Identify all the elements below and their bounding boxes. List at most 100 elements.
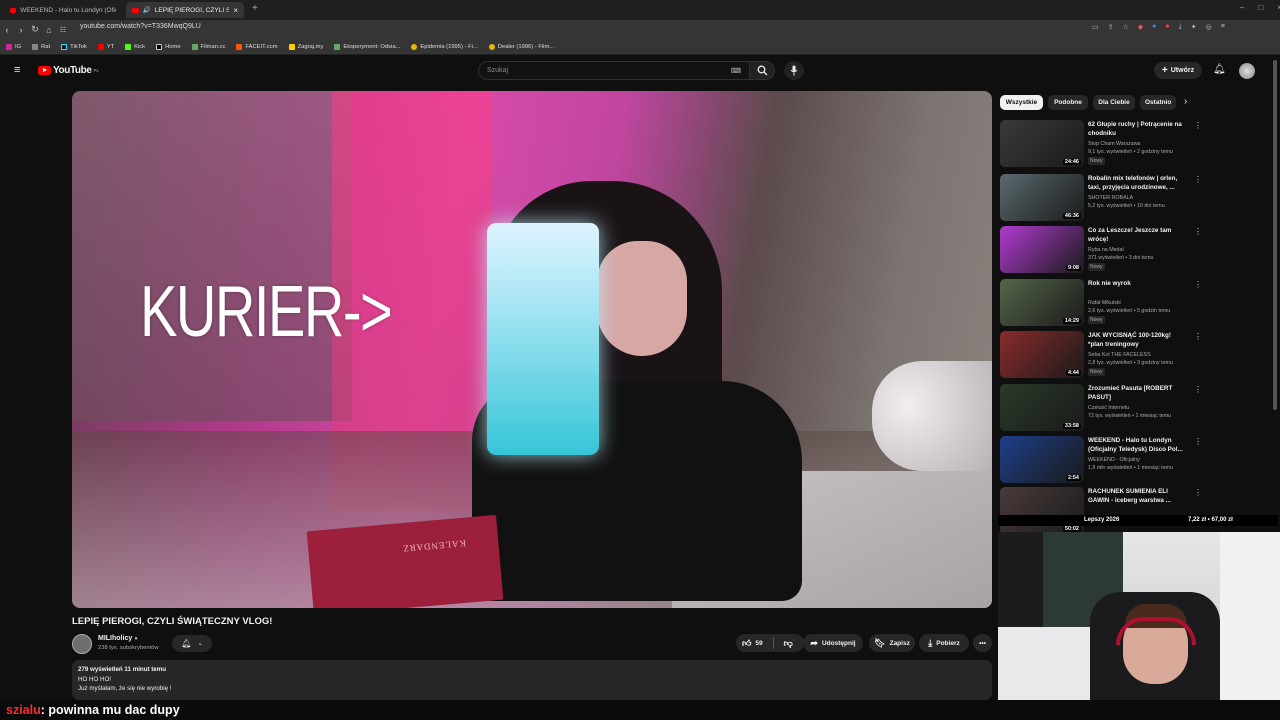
- tab-close-icon[interactable]: ×: [233, 6, 238, 15]
- youtube-favicon-icon: [10, 7, 17, 13]
- video-thumbnail[interactable]: 33:58: [1000, 384, 1084, 431]
- minimize-icon[interactable]: –: [1240, 3, 1244, 12]
- more-vertical-icon[interactable]: ⋮: [1194, 122, 1202, 130]
- recommended-video[interactable]: 24:46 62 Głupie ruchy | Potrącenie na cho…: [1000, 120, 1202, 168]
- bookmark-filman[interactable]: Filman.cc: [191, 43, 225, 50]
- recommended-video[interactable]: 9:08 Co za Leszcze! Jeszcze tam wrócę! Ryb…: [1000, 226, 1202, 274]
- video-thumbnail[interactable]: 9:08: [1000, 226, 1084, 273]
- more-vertical-icon[interactable]: ⋮: [1194, 176, 1202, 184]
- browser-tab-bar: WEEKEND - Halo tu Londyn (Oficjaln 🔊 LEP…: [0, 0, 1280, 20]
- video-thumbnail[interactable]: 50:02: [1000, 487, 1084, 534]
- keyboard-icon[interactable]: ⌨: [731, 67, 741, 75]
- bookmark-faceit[interactable]: FACEIT.com: [236, 43, 278, 50]
- description-line: Już myślałam, że się nie wyrobię !: [78, 685, 172, 692]
- like-button[interactable]: 👍︎ 59: [742, 638, 763, 649]
- share-arrow-icon: ➦: [810, 637, 818, 648]
- bookmark-kick[interactable]: Kick: [125, 43, 146, 50]
- chip-for-you[interactable]: Dla Ciebie: [1093, 95, 1135, 110]
- user-avatar[interactable]: [1239, 63, 1255, 79]
- address-bar[interactable]: youtube.com/watch?v=T336MwqQ9LU: [80, 23, 201, 30]
- video-thumbnail[interactable]: 24:46: [1000, 120, 1084, 167]
- more-vertical-icon[interactable]: ⋮: [1194, 489, 1202, 497]
- tab-weekend[interactable]: WEEKEND - Halo tu Londyn (Oficjaln: [4, 2, 122, 18]
- dislike-button[interactable]: 👎︎: [784, 638, 793, 649]
- streamer-webcam: Lepszy 2026 7,22 zł • 67,00 zł: [998, 515, 1280, 720]
- site-info-icon[interactable]: ☷: [56, 26, 70, 34]
- tab-label: LEPIĘ PIEROGI, CZYLI ŚWIĄTE: [154, 6, 230, 14]
- search-input[interactable]: Szukaj ⌨: [478, 61, 750, 80]
- bookmark-label: FACEIT.com: [245, 43, 278, 50]
- video-player[interactable]: KALENDARZ KURIER->: [72, 91, 992, 608]
- subscription-bell-button[interactable]: 🔔︎ ⌄: [172, 635, 212, 652]
- bookmark-ig[interactable]: IG: [6, 43, 21, 50]
- bookmark-yt[interactable]: YT: [97, 43, 114, 50]
- recommended-video[interactable]: 2:54 WEEKEND - Halo tu Londyn (Oficjalny …: [1000, 436, 1202, 484]
- bookmark-zagraj[interactable]: Zagraj.my: [288, 43, 323, 50]
- bookmark-dealer[interactable]: Dealer (1996) - Film...: [488, 43, 554, 50]
- recommended-video[interactable]: 33:58 Zrozumieć Pasuta [ROBERT PASUT] Czel…: [1000, 384, 1202, 432]
- more-vertical-icon[interactable]: ⋮: [1194, 386, 1202, 394]
- more-actions-button[interactable]: •••: [973, 634, 992, 652]
- extension-icon[interactable]: ●: [1165, 23, 1169, 31]
- profile-icon[interactable]: ◎: [1206, 23, 1212, 31]
- menu-icon[interactable]: ≡: [1221, 23, 1225, 31]
- window-controls: – □ ×: [1240, 3, 1280, 12]
- chip-related[interactable]: Podobne: [1048, 95, 1088, 110]
- video-thumbnail[interactable]: 14:29: [1000, 279, 1084, 326]
- recommended-video[interactable]: 14:29 Rok nie wyrok Rafał Mikulski 2,6 tys.…: [1000, 279, 1202, 327]
- bookmark-epidemia[interactable]: Epidemia (1995) - Fi...: [411, 43, 478, 50]
- video-thumbnail[interactable]: 4:44: [1000, 331, 1084, 378]
- like-dislike-group: 👍︎ 59 👎︎: [736, 634, 804, 652]
- chevron-down-icon: ⌄: [197, 641, 203, 647]
- home-icon[interactable]: ⌂: [42, 25, 56, 35]
- brave-shield-icon[interactable]: ◆: [1138, 23, 1143, 31]
- recommended-video[interactable]: 50:02 RACHUNEK SUMIENIA ELI GAWIN - icebe…: [1000, 487, 1202, 535]
- chip-all[interactable]: Wszystkie: [1000, 95, 1043, 110]
- video-thumbnail[interactable]: 46:36: [1000, 174, 1084, 221]
- recommended-video[interactable]: 4:44 JAK WYCISNĄĆ 100-120kg! *plan trenin…: [1000, 331, 1202, 379]
- logo-region: PL: [93, 68, 100, 73]
- more-vertical-icon[interactable]: ⋮: [1194, 228, 1202, 236]
- chevron-right-icon[interactable]: ›: [1184, 96, 1187, 107]
- more-vertical-icon[interactable]: ⋮: [1194, 281, 1202, 289]
- create-button[interactable]: + Utwórz: [1154, 62, 1202, 79]
- video-duration: 14:29: [1062, 318, 1081, 324]
- channel-avatar[interactable]: [72, 634, 92, 654]
- video-thumbnail[interactable]: 2:54: [1000, 436, 1084, 483]
- reload-icon[interactable]: ↻: [28, 24, 42, 35]
- share-icon[interactable]: ⇪: [1108, 23, 1114, 31]
- chip-recent[interactable]: Ostatnio: [1140, 95, 1176, 110]
- extension-icon[interactable]: ●: [1152, 23, 1156, 31]
- recommended-video[interactable]: 46:36 Robalin mix telefonów | orlen, taxi…: [1000, 174, 1202, 222]
- more-vertical-icon[interactable]: ⋮: [1194, 333, 1202, 341]
- channel-name[interactable]: MILIholicy ●: [98, 635, 138, 642]
- notifications-bell-icon[interactable]: 🔔︎: [1213, 64, 1226, 75]
- tab-current-video[interactable]: 🔊 LEPIĘ PIEROGI, CZYLI ŚWIĄTE ×: [126, 2, 244, 18]
- bookmark-icon: [32, 43, 39, 50]
- bookmark-home[interactable]: Home: [156, 43, 181, 50]
- voice-search-button[interactable]: [784, 61, 804, 80]
- share-label: Udostępnij: [821, 639, 856, 647]
- bookmark-label: Kick: [134, 43, 146, 50]
- bookmark-star-icon[interactable]: ☆: [1123, 23, 1129, 31]
- new-tab-icon[interactable]: +: [252, 3, 258, 14]
- forward-icon[interactable]: ›: [14, 25, 28, 35]
- share-button[interactable]: ➦ Udostępnij: [803, 634, 863, 652]
- extensions-icon[interactable]: ✦: [1191, 23, 1197, 31]
- hamburger-menu-icon[interactable]: ≡: [14, 64, 20, 76]
- video-description[interactable]: 279 wyświetleń 11 minut temu HO HO HO! J…: [72, 660, 992, 700]
- download-button[interactable]: ⤓ Pobierz: [919, 634, 969, 652]
- youtube-logo[interactable]: YouTube PL: [38, 65, 99, 76]
- page-scrollbar[interactable]: [1273, 60, 1277, 410]
- extension-icon[interactable]: ▭: [1092, 23, 1099, 31]
- bookmark-eksperyment[interactable]: Eksperyment: Odsia...: [334, 43, 400, 50]
- save-button[interactable]: 🔖︎ Zapisz: [869, 634, 915, 652]
- bookmark-rat[interactable]: Rat: [32, 43, 50, 50]
- maximize-icon[interactable]: □: [1258, 3, 1263, 12]
- webcam-scene: [1220, 532, 1280, 720]
- download-icon[interactable]: ⤓: [1179, 23, 1182, 31]
- bookmark-tiktok[interactable]: TikTok: [61, 43, 87, 50]
- search-button[interactable]: [749, 61, 775, 80]
- more-vertical-icon[interactable]: ⋮: [1194, 438, 1202, 446]
- back-icon[interactable]: ‹: [0, 25, 14, 35]
